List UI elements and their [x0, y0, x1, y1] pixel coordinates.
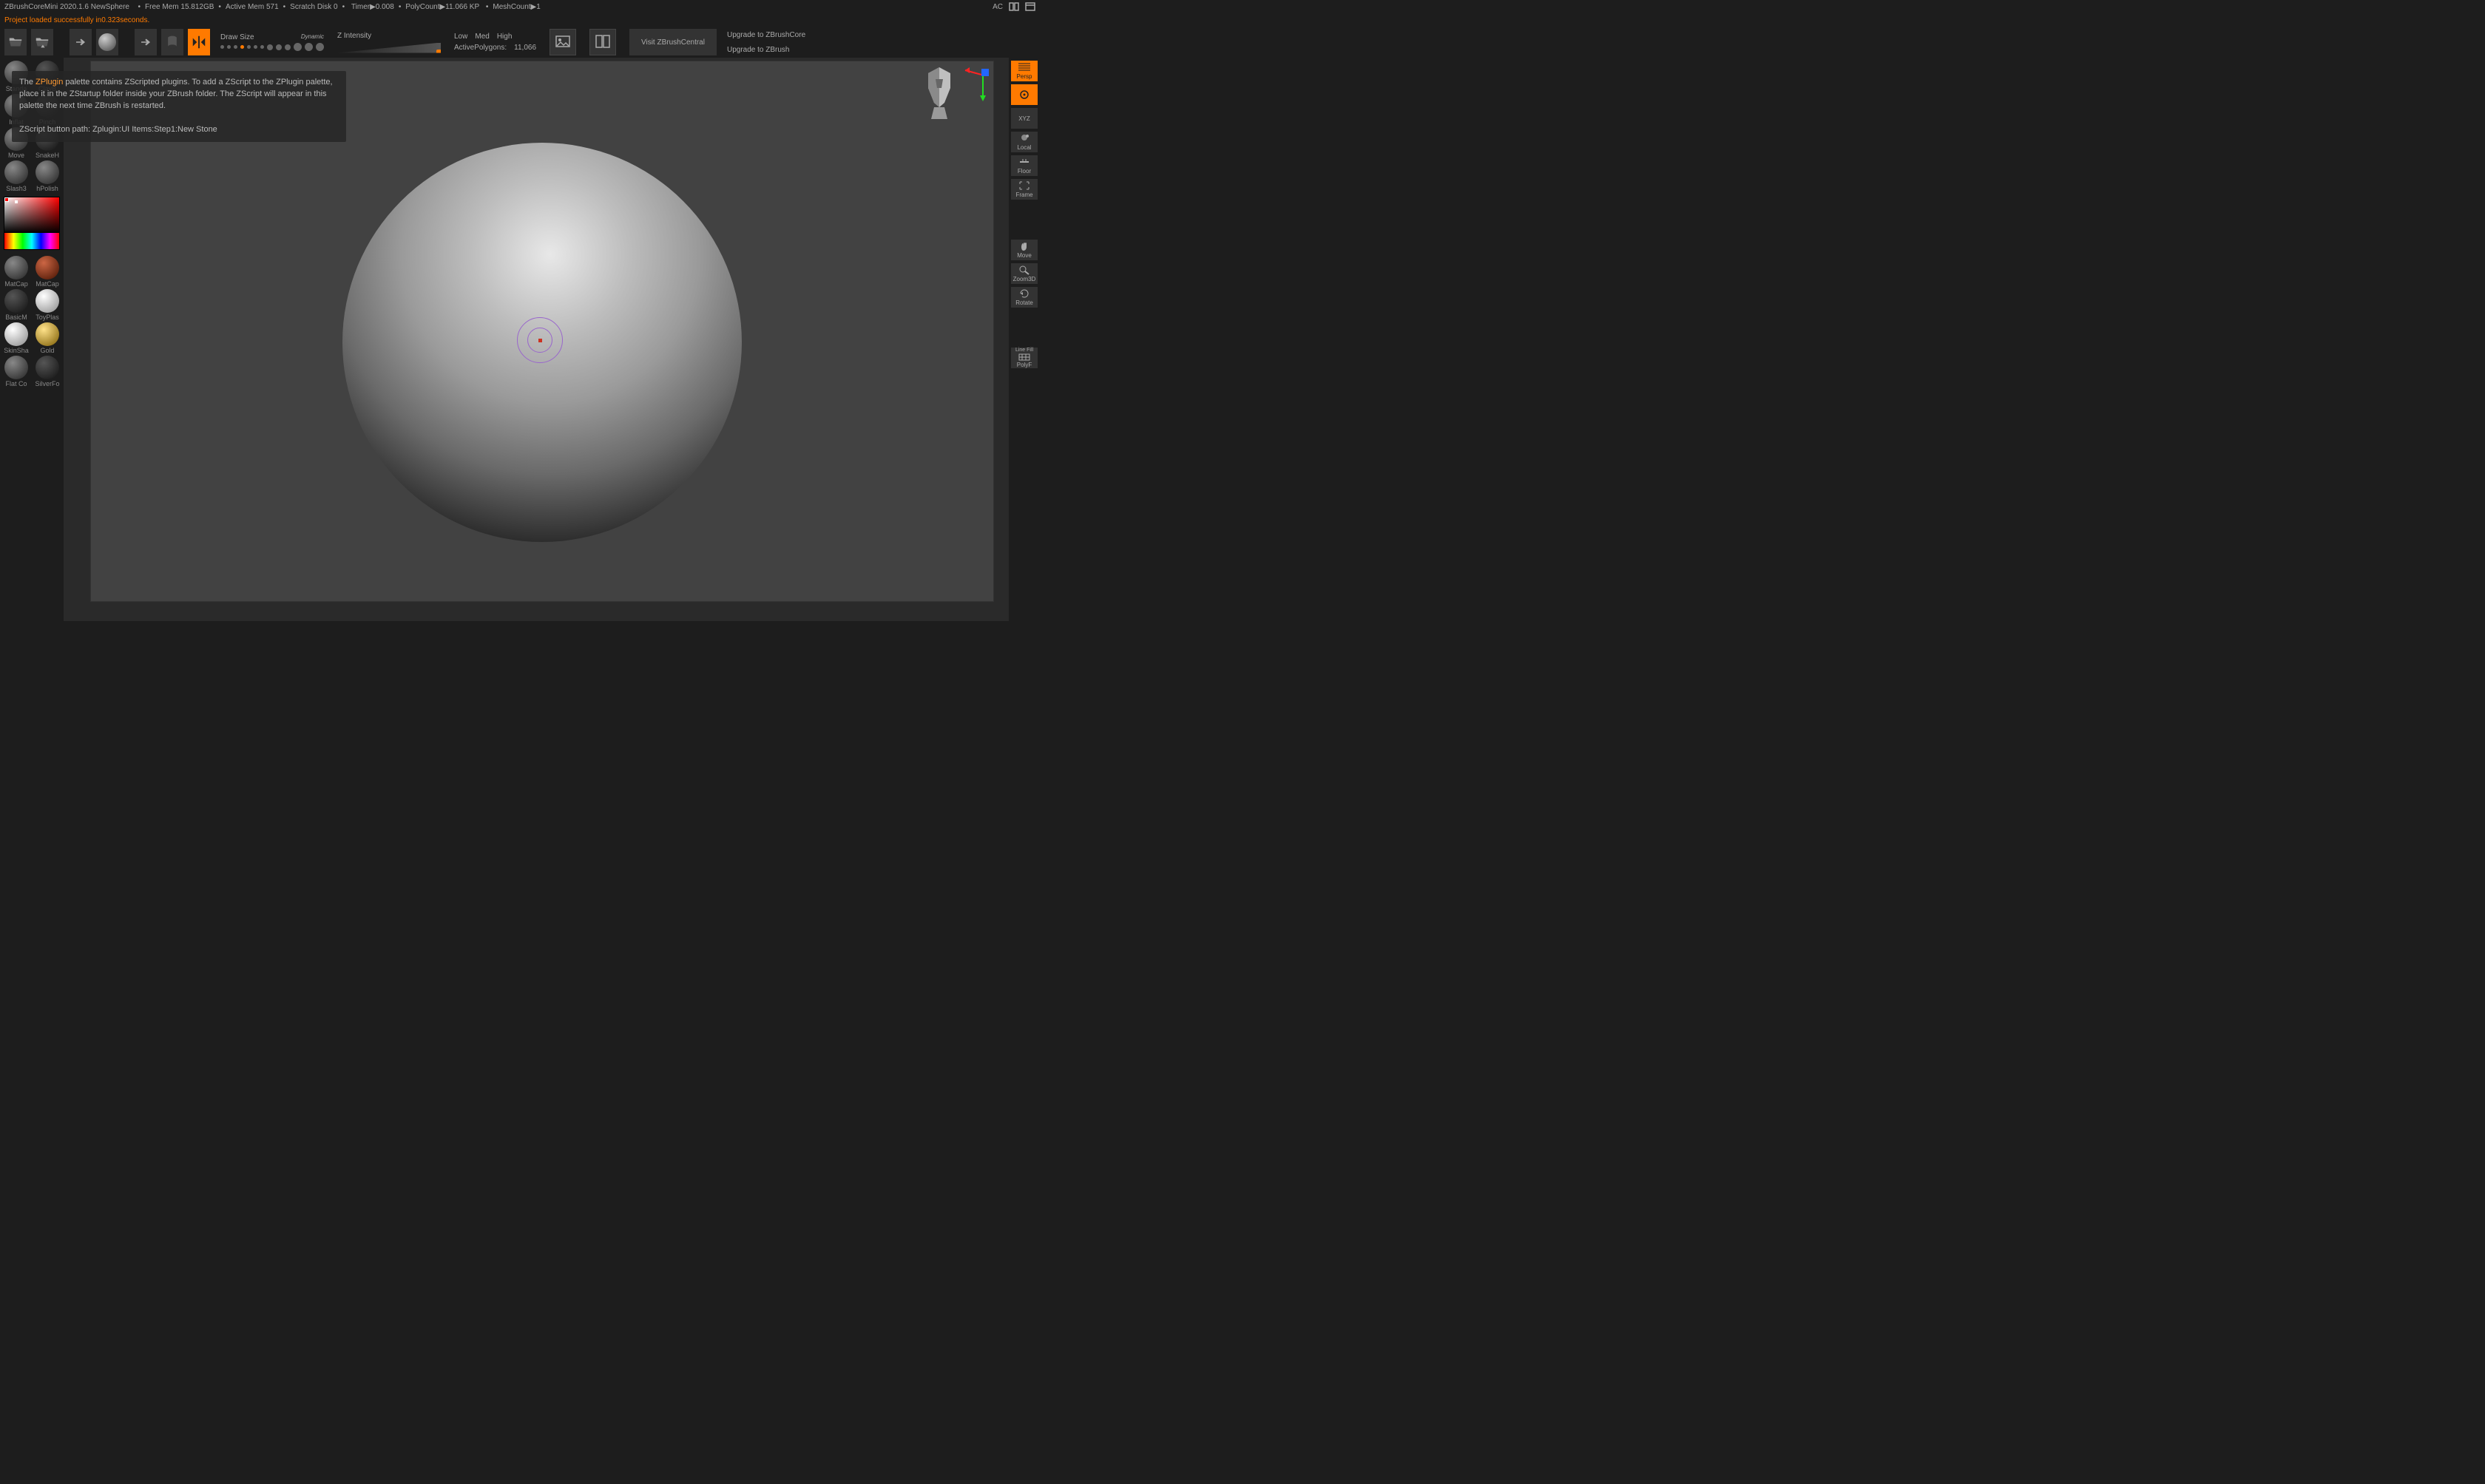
window-icon-2[interactable] [1025, 2, 1035, 11]
dynamic-label: Dynamic [301, 33, 324, 41]
tooltip-path: ZScript button path: Zplugin:UI Items:St… [19, 124, 339, 136]
material-palette: MatCapMatCapBasicMToyPlasSkinShaGoldFlat… [1, 256, 62, 387]
free-mem: Free Mem 15.812GB [145, 3, 214, 11]
local-button[interactable]: Local [1011, 132, 1038, 152]
resolution-control: Low Med High ActivePolygons: 11,066 [454, 33, 536, 52]
image-button[interactable] [550, 29, 576, 55]
app-title: ZBrushCoreMini 2020.1.6 NewSphere [4, 3, 129, 11]
visit-zbrushcentral-button[interactable]: Visit ZBrushCentral [629, 29, 717, 55]
status-bar: Project loaded successfully in 0.323 sec… [0, 13, 1040, 27]
sphere-preset-button[interactable] [96, 29, 118, 55]
rotate-button[interactable]: Rotate [1011, 287, 1038, 308]
draw-size-control[interactable]: Draw Size Dynamic [220, 33, 324, 51]
material-ball-icon [36, 256, 59, 279]
active-mem: Active Mem 571 [226, 3, 279, 11]
material-ball-icon [4, 356, 28, 379]
material-silverfo[interactable]: SilverFo [33, 356, 62, 387]
left-panel: StandaClayBInflatPinchMoveSnakeHSlash3hP… [0, 58, 64, 621]
material-skinsha[interactable]: SkinSha [1, 322, 31, 354]
zoom-button[interactable]: Zoom3D [1011, 263, 1038, 284]
export-arrow-button[interactable] [135, 29, 157, 55]
title-bar: ZBrushCoreMini 2020.1.6 NewSphere • Free… [0, 0, 1040, 13]
symmetry-button[interactable] [188, 29, 210, 55]
z-intensity-slider[interactable] [337, 43, 441, 53]
brush-ball-icon [36, 160, 59, 184]
head-preview-icon[interactable] [921, 66, 958, 125]
material-ball-icon [36, 322, 59, 346]
axis-gizmo-icon[interactable] [961, 63, 990, 107]
canvas-area [64, 58, 1009, 621]
gizmo-toggle-button[interactable] [1011, 84, 1038, 105]
window-icon-1[interactable] [1009, 2, 1019, 11]
material-toyplas[interactable]: ToyPlas [33, 289, 62, 321]
right-panel: Persp XYZ Local Floor Frame Move Zoom3D [1009, 58, 1040, 621]
magnifier-icon [1018, 265, 1030, 275]
brush-cursor-center-icon [538, 339, 542, 342]
material-matcap[interactable]: MatCap [1, 256, 31, 288]
hand-icon [1018, 241, 1030, 251]
scratch-disk: Scratch Disk 0 [290, 3, 337, 11]
cylinder-button[interactable] [161, 29, 183, 55]
floor-button[interactable]: Floor [1011, 155, 1038, 176]
material-flat co[interactable]: Flat Co [1, 356, 31, 387]
res-low[interactable]: Low [454, 33, 467, 41]
frame-button[interactable]: Frame [1011, 179, 1038, 200]
xyz-button[interactable]: XYZ [1011, 108, 1038, 129]
open-button[interactable] [4, 29, 27, 55]
sphere-mesh[interactable] [342, 143, 742, 542]
color-cursor-icon [15, 200, 18, 203]
persp-button[interactable]: Persp [1011, 61, 1038, 81]
res-high[interactable]: High [497, 33, 513, 41]
material-ball-icon [4, 289, 28, 313]
material-ball-icon [4, 256, 28, 279]
upgrade-zbrushcore-link[interactable]: Upgrade to ZBrushCore [727, 29, 805, 41]
main-toolbar: Draw Size Dynamic Z Intensity Low Med Hi… [0, 27, 1040, 58]
view-button[interactable] [589, 29, 616, 55]
z-intensity-control[interactable]: Z Intensity [337, 32, 441, 53]
material-gold[interactable]: Gold [33, 322, 62, 354]
upgrade-zbrush-link[interactable]: Upgrade to ZBrush [727, 44, 805, 55]
tooltip-box: The ZPlugin palette contains ZScripted p… [12, 71, 346, 142]
import-arrow-button[interactable] [70, 29, 92, 55]
active-poly-label: ActivePolygons: [454, 44, 507, 52]
material-ball-icon [36, 356, 59, 379]
brush-slash3[interactable]: Slash3 [1, 160, 31, 192]
rotate-icon [1018, 288, 1030, 299]
material-matcap[interactable]: MatCap [33, 256, 62, 288]
polycount: PolyCount▶11.066 KP [405, 3, 479, 11]
linefill-button[interactable]: Line Fill PolyF [1011, 348, 1038, 368]
move-button[interactable]: Move [1011, 240, 1038, 260]
brush-hpolish[interactable]: hPolish [33, 160, 62, 192]
material-ball-icon [4, 322, 28, 346]
material-ball-icon [36, 289, 59, 313]
active-poly-value: 11,066 [514, 44, 536, 52]
color-swatch-icon [4, 197, 9, 202]
timer: Timer▶0.008 [351, 3, 394, 11]
z-intensity-label: Z Intensity [337, 32, 441, 40]
color-picker[interactable] [4, 197, 60, 250]
viewport[interactable] [90, 61, 994, 602]
res-med[interactable]: Med [475, 33, 489, 41]
save-button[interactable] [31, 29, 53, 55]
ac-indicator: AC [993, 3, 1003, 11]
draw-size-label: Draw Size [220, 33, 254, 41]
meshcount: MeshCount▶1 [493, 3, 540, 11]
draw-size-slider[interactable] [220, 43, 324, 51]
brush-ball-icon [4, 160, 28, 184]
grid-icon [1018, 353, 1030, 361]
material-basicm[interactable]: BasicM [1, 289, 31, 321]
